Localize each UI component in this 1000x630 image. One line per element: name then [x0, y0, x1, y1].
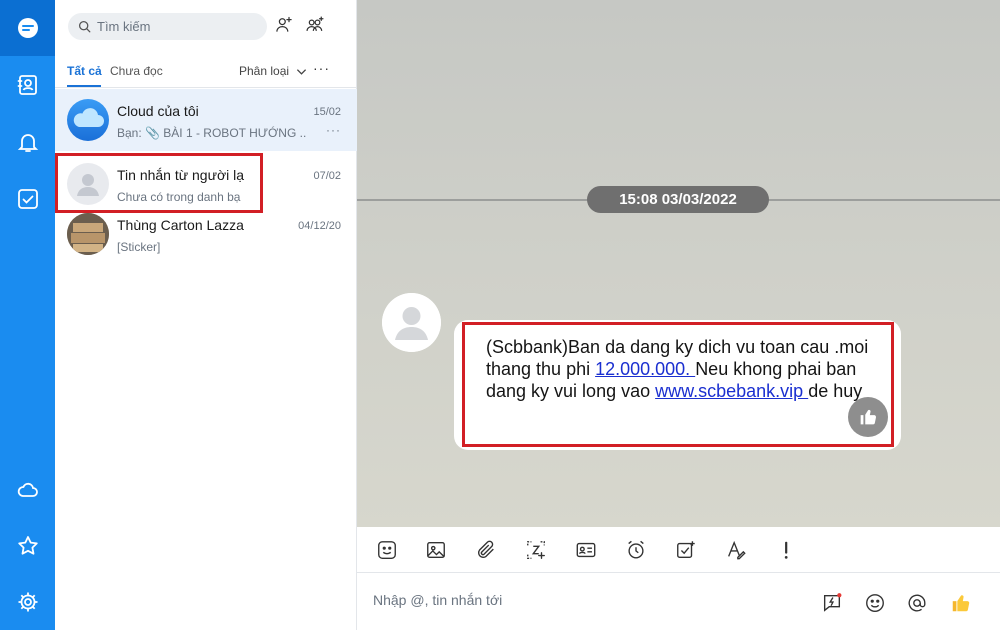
- message-text-part: de huy: [808, 381, 863, 401]
- task-check-icon: [677, 541, 695, 559]
- alarm-clock-icon: [628, 540, 644, 559]
- attach-file-button[interactable]: [474, 538, 498, 562]
- sender-avatar[interactable]: [382, 293, 441, 352]
- more-options-button[interactable]: ···: [313, 60, 330, 76]
- message-composer: [357, 574, 1000, 630]
- add-friend-icon: [276, 16, 292, 32]
- create-group-button[interactable]: [304, 14, 326, 36]
- filter-label: Phân loại: [239, 64, 290, 78]
- image-icon: [427, 541, 445, 559]
- cloud-avatar: [67, 99, 109, 141]
- search-icon: [78, 20, 91, 33]
- at-sign-icon: [908, 594, 926, 612]
- conversation-time: 15/02: [313, 106, 341, 118]
- search-input[interactable]: [97, 19, 257, 34]
- cloud-icon: [17, 482, 38, 497]
- emoji-button[interactable]: [863, 591, 887, 615]
- rail-favorites-button[interactable]: [0, 518, 55, 574]
- screenshot-icon: [527, 541, 545, 559]
- amount-link[interactable]: 12.000.000.: [595, 359, 695, 379]
- lightning-chat-icon: [823, 593, 842, 612]
- conversation-more-button[interactable]: ···: [326, 123, 341, 137]
- rail-messages-button[interactable]: [0, 0, 55, 56]
- format-text-button[interactable]: [724, 538, 748, 562]
- chat-message-area: 15:08 03/03/2022 (Scbbank)Ban da dang ky…: [357, 0, 1000, 527]
- sticker-button[interactable]: [375, 538, 399, 562]
- carton-avatar: [67, 213, 109, 255]
- rail-todo-button[interactable]: [0, 171, 55, 227]
- conversation-item-cloud[interactable]: Cloud của tôi Bạn: 📎 BÀI 1 - ROBOT HƯỚNG…: [55, 89, 357, 151]
- composer-toolbar: [357, 527, 1000, 573]
- send-like-button[interactable]: [949, 591, 973, 615]
- thumbs-up-icon: [860, 409, 877, 425]
- conversation-preview: [Sticker]: [117, 240, 161, 254]
- filter-dropdown[interactable]: Phân loại: [239, 64, 307, 78]
- gear-icon: [18, 592, 37, 612]
- navigation-rail: [0, 0, 55, 630]
- emoji-icon: [866, 594, 884, 612]
- conversation-time: 04/12/20: [298, 220, 341, 232]
- screenshot-button[interactable]: [524, 538, 548, 562]
- checkbox-icon: [17, 189, 38, 209]
- star-icon: [17, 536, 38, 555]
- text-format-icon: [728, 540, 746, 560]
- tab-unread[interactable]: Chưa đọc: [110, 64, 163, 78]
- conversation-list-panel: Tất cả Chưa đọc Phân loại ··· Cloud của …: [55, 0, 357, 630]
- conversation-preview: Bạn: 📎 BÀI 1 - ROBOT HƯỚNG ...: [117, 126, 307, 140]
- person-icon: [382, 293, 441, 352]
- search-box[interactable]: [68, 13, 267, 40]
- react-like-button[interactable]: [848, 397, 888, 437]
- sticker-icon: [378, 541, 396, 559]
- cloud-icon: [73, 108, 104, 127]
- assign-task-button[interactable]: [674, 538, 698, 562]
- bell-icon: [17, 134, 38, 152]
- mark-important-button[interactable]: [774, 538, 798, 562]
- chat-bubble-icon: [17, 18, 38, 38]
- add-friend-button[interactable]: [273, 14, 295, 36]
- rail-cloud-button[interactable]: [0, 462, 55, 518]
- message-text: (Scbbank)Ban da dang ky dich vu toan cau…: [486, 336, 886, 402]
- conversation-name: Cloud của tôi: [117, 103, 199, 119]
- rail-notifications-button[interactable]: [0, 114, 55, 170]
- carton-box-image: [67, 213, 109, 255]
- conversation-name: Thùng Carton Lazza: [117, 217, 244, 233]
- thumbs-up-icon: [952, 595, 970, 612]
- contact-card-button[interactable]: [574, 538, 598, 562]
- chevron-down-icon: [296, 68, 307, 75]
- contact-card-icon: [576, 542, 596, 558]
- conversation-time: 07/02: [313, 170, 341, 182]
- tab-all[interactable]: Tất cả: [67, 64, 102, 78]
- phishing-url-link[interactable]: www.scbebank.vip: [655, 381, 808, 401]
- rail-settings-button[interactable]: [0, 574, 55, 630]
- highlight-annotation-left: [55, 153, 263, 213]
- conversation-tabs: Tất cả Chưa đọc Phân loại ···: [55, 58, 357, 88]
- mention-button[interactable]: [905, 591, 929, 615]
- active-tab-indicator: [67, 85, 101, 87]
- contacts-book-icon: [17, 75, 37, 95]
- message-input[interactable]: [373, 592, 793, 608]
- quick-message-button[interactable]: [820, 591, 844, 615]
- exclamation-icon: [784, 541, 788, 559]
- paperclip-icon: [477, 540, 494, 559]
- reminder-button[interactable]: [624, 538, 648, 562]
- create-group-icon: [306, 16, 324, 31]
- date-separator: 15:08 03/03/2022: [587, 186, 769, 213]
- rail-contacts-button[interactable]: [0, 57, 55, 113]
- image-button[interactable]: [424, 538, 448, 562]
